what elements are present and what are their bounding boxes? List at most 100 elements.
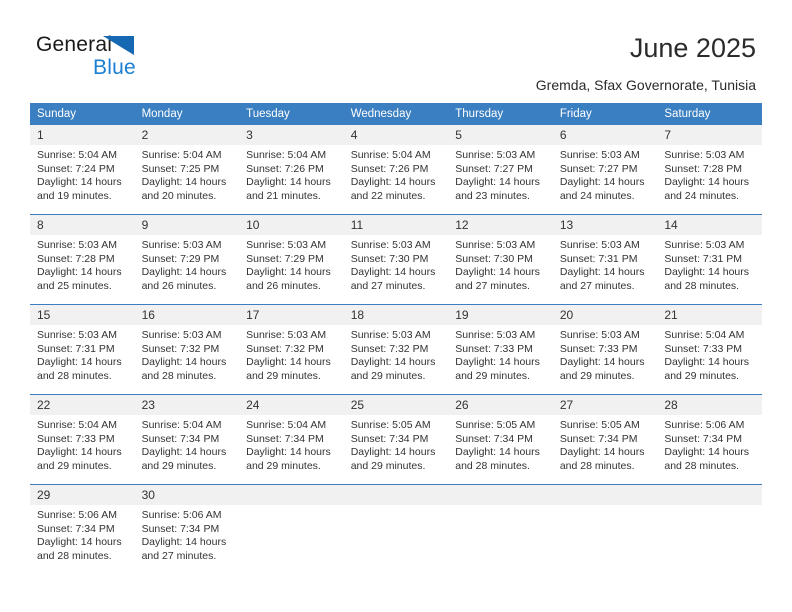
day-number: 23 xyxy=(134,395,240,415)
day-number: 1 xyxy=(30,125,135,145)
calendar-day-cell[interactable]: 5 Sunrise: 5:03 AM Sunset: 7:27 PM Daylight… xyxy=(448,125,553,215)
day-daylight1-text: Daylight: 14 hours xyxy=(350,356,436,368)
calendar-day-cell[interactable]: 14 Sunrise: 5:03 AM Sunset: 7:31 PM Dayligh… xyxy=(657,214,762,305)
day-sunset-text: Sunset: 7:32 PM xyxy=(246,342,324,355)
day-sunset-text: Sunset: 7:26 PM xyxy=(350,162,429,175)
day-sunrise-text: Sunrise: 5:03 AM xyxy=(350,329,431,341)
calendar-day-cell[interactable]: 18 Sunrise: 5:03 AM Sunset: 7:32 PM Dayligh… xyxy=(343,304,449,395)
day-number: 6 xyxy=(552,125,658,145)
day-daylight2-text: and 29 minutes. xyxy=(559,369,635,382)
calendar-day-cell[interactable]: 22 Sunrise: 5:04 AM Sunset: 7:33 PM Dayligh… xyxy=(30,394,135,485)
day-number: 30 xyxy=(134,485,240,505)
day-number: 29 xyxy=(30,485,135,505)
calendar-day-cell[interactable]: 6 Sunrise: 5:03 AM Sunset: 7:27 PM Daylight… xyxy=(552,125,658,215)
calendar-week-row: 29 Sunrise: 5:06 AM Sunset: 7:34 PM Dayligh… xyxy=(30,484,762,574)
day-sunset-text: Sunset: 7:28 PM xyxy=(37,252,115,265)
calendar-grid: Sunday Monday Tuesday Wednesday Thursday… xyxy=(30,103,762,574)
day-sunrise-text: Sunrise: 5:04 AM xyxy=(246,419,327,431)
day-details: Sunrise: 5:04 AM Sunset: 7:26 PM Daylight:… xyxy=(344,145,449,203)
day-daylight1-text: Daylight: 14 hours xyxy=(37,446,122,458)
day-details: Sunrise: 5:05 AM Sunset: 7:34 PM Daylight:… xyxy=(448,415,553,473)
calendar-day-cell[interactable]: 26 Sunrise: 5:05 AM Sunset: 7:34 PM Dayligh… xyxy=(448,394,553,485)
calendar-day-cell[interactable]: 1 Sunrise: 5:04 AM Sunset: 7:24 PM Daylight… xyxy=(30,125,135,215)
calendar-day-cell[interactable]: 20 Sunrise: 5:03 AM Sunset: 7:33 PM Dayligh… xyxy=(552,304,658,395)
day-daylight2-text: and 29 minutes. xyxy=(350,369,426,382)
calendar-day-cell[interactable]: 10 Sunrise: 5:03 AM Sunset: 7:29 PM Dayligh… xyxy=(239,214,344,305)
calendar-day-cell[interactable]: 9 Sunrise: 5:03 AM Sunset: 7:29 PM Daylight… xyxy=(134,214,240,305)
calendar-day-cell[interactable]: 11 Sunrise: 5:03 AM Sunset: 7:30 PM Dayligh… xyxy=(343,214,449,305)
day-details xyxy=(344,505,449,509)
day-sunset-text: Sunset: 7:31 PM xyxy=(559,252,638,265)
calendar-day-cell[interactable]: 7 Sunrise: 5:03 AM Sunset: 7:28 PM Daylight… xyxy=(657,125,762,215)
day-daylight2-text: and 27 minutes. xyxy=(141,549,217,562)
day-sunrise-text: Sunrise: 5:03 AM xyxy=(664,239,745,251)
day-sunrise-text: Sunrise: 5:04 AM xyxy=(246,149,327,161)
calendar-day-cell[interactable]: 27 Sunrise: 5:05 AM Sunset: 7:34 PM Dayligh… xyxy=(552,394,658,485)
day-number: 5 xyxy=(448,125,553,145)
day-daylight2-text: and 29 minutes. xyxy=(664,369,740,382)
day-sunset-text: Sunset: 7:34 PM xyxy=(37,522,115,535)
day-daylight2-text: and 28 minutes. xyxy=(664,459,740,472)
calendar-day-cell[interactable]: 2 Sunrise: 5:04 AM Sunset: 7:25 PM Daylight… xyxy=(134,125,240,215)
day-daylight1-text: Daylight: 14 hours xyxy=(37,536,122,548)
day-daylight1-text: Daylight: 14 hours xyxy=(664,356,750,368)
day-sunrise-text: Sunrise: 5:03 AM xyxy=(559,149,640,161)
day-sunrise-text: Sunrise: 5:06 AM xyxy=(664,419,745,431)
day-sunrise-text: Sunrise: 5:03 AM xyxy=(37,239,117,251)
day-number: 12 xyxy=(448,215,553,235)
calendar-day-cell[interactable]: 16 Sunrise: 5:03 AM Sunset: 7:32 PM Dayligh… xyxy=(134,304,240,395)
day-sunset-text: Sunset: 7:34 PM xyxy=(141,432,220,445)
day-daylight2-text: and 29 minutes. xyxy=(246,369,321,382)
calendar-empty-cell xyxy=(552,484,658,574)
day-number xyxy=(239,485,344,505)
day-daylight2-text: and 19 minutes. xyxy=(37,189,112,202)
day-daylight2-text: and 28 minutes. xyxy=(455,459,530,472)
day-sunrise-text: Sunrise: 5:05 AM xyxy=(559,419,640,431)
calendar-day-cell[interactable]: 17 Sunrise: 5:03 AM Sunset: 7:32 PM Dayligh… xyxy=(239,304,344,395)
day-details: Sunrise: 5:03 AM Sunset: 7:28 PM Daylight:… xyxy=(657,145,762,203)
logo-text-general: General xyxy=(36,33,113,56)
day-daylight1-text: Daylight: 14 hours xyxy=(246,446,331,458)
day-daylight2-text: and 29 minutes. xyxy=(141,459,217,472)
calendar-day-cell[interactable]: 3 Sunrise: 5:04 AM Sunset: 7:26 PM Daylight… xyxy=(239,125,344,215)
day-daylight1-text: Daylight: 14 hours xyxy=(559,176,645,188)
calendar-day-cell[interactable]: 29 Sunrise: 5:06 AM Sunset: 7:34 PM Dayligh… xyxy=(30,484,135,574)
calendar-day-cell[interactable]: 28 Sunrise: 5:06 AM Sunset: 7:34 PM Dayligh… xyxy=(657,394,762,485)
calendar-day-cell[interactable]: 15 Sunrise: 5:03 AM Sunset: 7:31 PM Dayligh… xyxy=(30,304,135,395)
day-daylight1-text: Daylight: 14 hours xyxy=(141,176,227,188)
day-daylight2-text: and 28 minutes. xyxy=(664,279,740,292)
day-sunset-text: Sunset: 7:33 PM xyxy=(37,432,115,445)
calendar-week-row: 15 Sunrise: 5:03 AM Sunset: 7:31 PM Dayligh… xyxy=(30,304,762,395)
day-details: Sunrise: 5:04 AM Sunset: 7:24 PM Daylight:… xyxy=(30,145,135,203)
calendar-day-cell[interactable]: 19 Sunrise: 5:03 AM Sunset: 7:33 PM Dayligh… xyxy=(448,304,553,395)
calendar-page: General Blue June 2025 Gremda, Sfax Gove… xyxy=(0,0,792,612)
calendar-day-cell[interactable]: 21 Sunrise: 5:04 AM Sunset: 7:33 PM Dayligh… xyxy=(657,304,762,395)
day-daylight2-text: and 29 minutes. xyxy=(246,459,321,472)
calendar-day-cell[interactable]: 13 Sunrise: 5:03 AM Sunset: 7:31 PM Dayligh… xyxy=(552,214,658,305)
day-daylight1-text: Daylight: 14 hours xyxy=(559,446,645,458)
day-sunset-text: Sunset: 7:31 PM xyxy=(37,342,115,355)
calendar-week-row: 8 Sunrise: 5:03 AM Sunset: 7:28 PM Daylight… xyxy=(30,214,762,305)
day-daylight2-text: and 28 minutes. xyxy=(141,369,217,382)
calendar-table: Sunday Monday Tuesday Wednesday Thursday… xyxy=(30,103,762,574)
day-details: Sunrise: 5:03 AM Sunset: 7:33 PM Daylight:… xyxy=(448,325,553,383)
day-details: Sunrise: 5:04 AM Sunset: 7:34 PM Daylight:… xyxy=(135,415,240,473)
calendar-day-cell[interactable]: 4 Sunrise: 5:04 AM Sunset: 7:26 PM Daylight… xyxy=(343,125,449,215)
day-number xyxy=(657,485,762,505)
day-daylight1-text: Daylight: 14 hours xyxy=(350,446,436,458)
calendar-day-cell[interactable]: 12 Sunrise: 5:03 AM Sunset: 7:30 PM Dayligh… xyxy=(448,214,553,305)
calendar-day-cell[interactable]: 30 Sunrise: 5:06 AM Sunset: 7:34 PM Dayligh… xyxy=(134,484,240,574)
calendar-day-cell[interactable]: 25 Sunrise: 5:05 AM Sunset: 7:34 PM Dayligh… xyxy=(343,394,449,485)
day-details xyxy=(553,505,658,509)
calendar-empty-cell xyxy=(657,484,762,574)
day-number: 25 xyxy=(343,395,449,415)
calendar-day-cell[interactable]: 8 Sunrise: 5:03 AM Sunset: 7:28 PM Daylight… xyxy=(30,214,135,305)
day-details: Sunrise: 5:06 AM Sunset: 7:34 PM Daylight:… xyxy=(30,505,135,563)
day-sunset-text: Sunset: 7:34 PM xyxy=(141,522,220,535)
calendar-empty-cell xyxy=(343,484,449,574)
calendar-day-cell[interactable]: 23 Sunrise: 5:04 AM Sunset: 7:34 PM Dayligh… xyxy=(134,394,240,485)
calendar-day-cell[interactable]: 24 Sunrise: 5:04 AM Sunset: 7:34 PM Dayligh… xyxy=(239,394,344,485)
weekday-header-wednesday: Wednesday xyxy=(343,103,449,125)
day-sunset-text: Sunset: 7:29 PM xyxy=(246,252,324,265)
general-blue-logo[interactable]: General Blue xyxy=(36,33,206,85)
